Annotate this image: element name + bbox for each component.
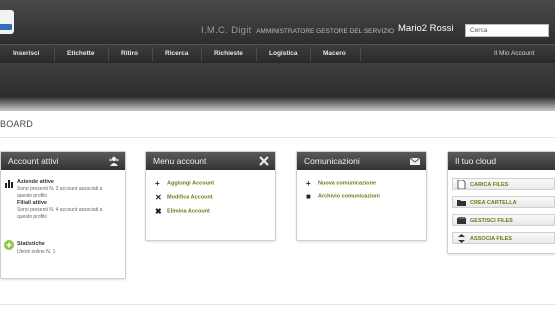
nav-item-ritiro[interactable]: Ritiro bbox=[121, 50, 138, 57]
nav-item-etichette[interactable]: Etichette bbox=[67, 50, 94, 57]
nav-item-ricerca[interactable]: Ricerca bbox=[165, 50, 189, 57]
my-account-link[interactable]: Il Mio Account bbox=[494, 50, 534, 57]
card-title-text: Comunicazioni bbox=[304, 156, 360, 166]
card-cloud: Il tuo cloud CARICA FILES CREA CARTELLA … bbox=[447, 151, 555, 254]
nav-separator bbox=[108, 47, 109, 61]
org-name: I.M.C. Digit bbox=[201, 25, 252, 36]
divider bbox=[0, 304, 555, 305]
wrench-icon: ✕ bbox=[155, 193, 162, 202]
cloud-manage-files-button[interactable]: GESTISCI FILES bbox=[452, 214, 555, 226]
nav-separator bbox=[360, 47, 361, 61]
menu-item-label: Elimina Account bbox=[167, 208, 210, 215]
cloud-button-label: GESTISCI FILES bbox=[470, 217, 513, 224]
user-role: AMMINISTRATORE GESTORE DEL SERVIZIO bbox=[256, 28, 395, 35]
cloud-associate-files-button[interactable]: ASSOCIA FILES bbox=[452, 232, 555, 244]
card-account-attivi: Account attivi Aziende attive Sono prese… bbox=[0, 151, 126, 279]
menu-item-aggiungi[interactable]: + Aggiungi Account bbox=[155, 179, 214, 188]
associate-icon bbox=[458, 234, 465, 243]
nav-separator bbox=[201, 47, 202, 61]
card-title-text: Il tuo cloud bbox=[455, 156, 497, 166]
app-title: I.M.C. Digit AMMINISTRATORE GESTORE DEL … bbox=[201, 25, 394, 36]
sub-header-bar bbox=[0, 63, 555, 111]
cloud-button-label: ASSOCIA FILES bbox=[470, 235, 512, 242]
user-name[interactable]: Mario2 Rossi bbox=[398, 23, 453, 34]
aziende-desc-1: Sono presenti N. 3 account associati a bbox=[17, 186, 103, 192]
nav-item-logistica[interactable]: Logistica bbox=[269, 50, 298, 57]
card-title-text: Menu account bbox=[153, 156, 207, 166]
folder-icon bbox=[457, 200, 466, 206]
card-title: Comunicazioni bbox=[297, 152, 426, 170]
cloud-upload-button[interactable]: CARICA FILES bbox=[452, 178, 555, 190]
nav-separator bbox=[256, 47, 257, 61]
nav-item-inserisci[interactable]: Inserisci bbox=[13, 50, 39, 57]
aziende-desc-2: questo profilo bbox=[17, 193, 48, 199]
comunicazioni-label: Archivio comunicazioni bbox=[318, 193, 380, 200]
delete-icon: ✖ bbox=[155, 207, 162, 216]
plus-icon: + bbox=[155, 179, 160, 188]
filiali-title: Filiali attive bbox=[17, 200, 47, 206]
page-title: BOARD bbox=[0, 119, 34, 129]
menu-item-label: Modifica Account bbox=[167, 194, 213, 201]
stats-title[interactable]: Statistiche bbox=[17, 241, 45, 247]
tools-icon bbox=[259, 156, 269, 166]
card-comunicazioni: Comunicazioni + Nuova comunicazione ■ Arch… bbox=[296, 151, 427, 241]
main-nav: Inserisci Etichette Ritiro Ricerca Richi… bbox=[0, 44, 555, 63]
nav-separator bbox=[152, 47, 153, 61]
card-title-text: Account attivi bbox=[8, 156, 59, 166]
nav-item-macero[interactable]: Macero bbox=[323, 50, 346, 57]
stats-icon bbox=[4, 240, 14, 250]
nav-separator bbox=[54, 47, 55, 61]
comunicazioni-archivio[interactable]: ■ Archivio comunicazioni bbox=[306, 192, 380, 201]
users-icon bbox=[109, 156, 119, 166]
comunicazioni-label: Nuova comunicazione bbox=[318, 180, 377, 187]
nav-item-richieste[interactable]: Richieste bbox=[214, 50, 243, 57]
files-manage-icon bbox=[457, 217, 466, 224]
cloud-button-label: CARICA FILES bbox=[470, 181, 509, 188]
aziende-title: Aziende attive bbox=[17, 179, 54, 185]
search-input[interactable] bbox=[465, 24, 549, 37]
card-title: Menu account bbox=[146, 152, 275, 170]
divider bbox=[0, 137, 555, 138]
menu-item-modifica[interactable]: ✕ Modifica Account bbox=[155, 193, 213, 202]
cloud-create-folder-button[interactable]: CREA CARTELLA bbox=[452, 196, 555, 208]
card-title: Account attivi bbox=[1, 152, 125, 170]
nav-separator bbox=[310, 47, 311, 61]
card-menu-account: Menu account + Aggiungi Account ✕ Modifica… bbox=[145, 151, 276, 241]
top-header: I.M.C. Digit AMMINISTRATORE GESTORE DEL … bbox=[0, 0, 555, 44]
filiali-desc-2: questo profilo bbox=[17, 214, 48, 220]
cloud-button-label: CREA CARTELLA bbox=[470, 199, 517, 206]
logo-icon bbox=[0, 10, 14, 34]
filiali-desc-1: Sono presenti N. 4 account associati a bbox=[17, 207, 103, 213]
bar-chart-icon bbox=[5, 180, 13, 188]
envelope-icon bbox=[409, 157, 421, 165]
card-title: Il tuo cloud bbox=[448, 152, 555, 170]
menu-item-label: Aggiungi Account bbox=[167, 180, 215, 187]
menu-item-elimina[interactable]: ✖ Elimina Account bbox=[155, 207, 210, 216]
stats-online: Utenti online N. 1 bbox=[17, 249, 56, 255]
box-icon: ■ bbox=[306, 192, 311, 201]
plus-icon: + bbox=[306, 179, 311, 188]
file-upload-icon bbox=[457, 180, 466, 189]
comunicazioni-nuova[interactable]: + Nuova comunicazione bbox=[306, 179, 376, 188]
